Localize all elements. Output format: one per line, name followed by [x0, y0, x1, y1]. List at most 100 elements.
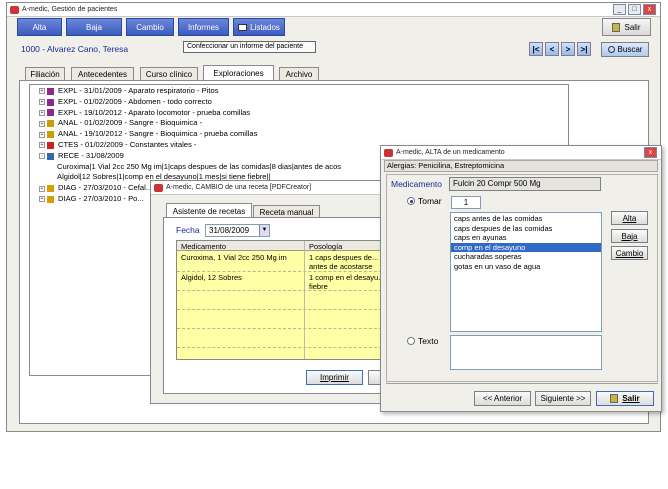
expand-toggle-icon[interactable]: +	[39, 131, 45, 138]
expand-toggle-icon[interactable]: -	[39, 153, 45, 160]
alergias-text: Alergias: Penicilina, Estreptomicina	[387, 161, 505, 170]
list-item-text: ANAL - 01/02/2009 - Sangre - Bioquimica …	[58, 118, 203, 128]
prev-record-button[interactable]: <	[545, 42, 559, 56]
texto-label: Texto	[418, 336, 439, 346]
list-item[interactable]: caps despues de las comidas	[451, 224, 601, 234]
list-item[interactable]: + EXPL - 31/01/2009 - Aparato respiratori…	[39, 86, 379, 97]
grid-col-divider	[304, 241, 305, 359]
salir-alta-label: Salir	[622, 394, 640, 403]
list-item-text: DIAG - 27/03/2010 - Po...	[58, 193, 144, 203]
alergias-bar: Alergias: Penicilina, Estreptomicina	[384, 160, 658, 172]
baja-opt-button[interactable]: Baja	[611, 229, 648, 243]
tomar-radio[interactable]	[407, 197, 415, 205]
record-type-icon	[47, 98, 54, 106]
salir-alta-button[interactable]: Salir	[596, 391, 654, 406]
anterior-button[interactable]: << Anterior	[474, 391, 531, 406]
exit-door-icon	[612, 22, 621, 32]
close-icon[interactable]: x	[643, 4, 656, 15]
texto-radio[interactable]	[407, 337, 415, 345]
first-record-button[interactable]: |<	[529, 42, 543, 56]
list-item[interactable]: caps en ayunas	[451, 233, 601, 243]
grid-row-line-3	[177, 309, 385, 310]
alta-button[interactable]: Alta	[17, 18, 62, 36]
expand-toggle-icon[interactable]: +	[39, 109, 45, 116]
expand-toggle-icon[interactable]: +	[39, 185, 45, 192]
imprimir-button[interactable]: Imprimir	[306, 370, 363, 385]
list-item-text: Curoxima|1 Vial 2cc 250 Mg im|1|caps des…	[57, 161, 342, 171]
chevron-down-icon[interactable]: ▼	[259, 225, 269, 236]
expand-toggle-icon[interactable]: +	[39, 142, 45, 149]
tab-curso-clinico[interactable]: Curso clínico	[140, 67, 198, 80]
list-item-text: DIAG - 27/03/2010 - Cefal...	[58, 183, 153, 193]
record-type-icon	[47, 87, 54, 95]
app-icon	[154, 183, 163, 192]
tab-asistente-recetas[interactable]: Asistente de recetas	[166, 203, 252, 218]
receta-titlebar: A-medic, CAMBIO de una receta [PDFCreato…	[151, 181, 394, 195]
grid-row-line-4	[177, 328, 385, 329]
close-icon[interactable]: x	[644, 147, 657, 158]
alta-title: A-medic, ALTA de un medicamento	[396, 149, 505, 156]
expand-toggle-icon[interactable]: +	[39, 88, 45, 95]
expand-toggle-icon[interactable]: +	[39, 196, 45, 203]
list-item[interactable]: Curoxima|1 Vial 2cc 250 Mg im|1|caps des…	[39, 162, 379, 173]
list-item[interactable]: + ANAL - 19/10/2012 - Sangre - Bioquimica…	[39, 129, 379, 140]
list-item[interactable]: + ANAL - 01/02/2009 - Sangre - Bioquimica…	[39, 118, 379, 129]
salir-main-button[interactable]: Salir	[602, 18, 651, 36]
tab-filiacion[interactable]: Filiación	[25, 67, 65, 80]
fecha-field[interactable]: 31/08/2009 ▼	[205, 224, 270, 237]
main-titlebar: A-medic, Gestión de pacientes _ □ x	[7, 3, 660, 17]
list-item-text: RECE - 31/08/2009	[58, 150, 124, 160]
expand-toggle-icon[interactable]: +	[39, 99, 45, 106]
cambio-opt-button[interactable]: Cambio	[611, 246, 648, 260]
exit-door-icon	[610, 394, 619, 403]
siguiente-button[interactable]: Siguiente >>	[535, 391, 591, 406]
alta-opt-button[interactable]: Alta	[611, 211, 648, 225]
baja-button[interactable]: Baja	[66, 18, 122, 36]
maximize-icon[interactable]: □	[628, 4, 641, 15]
list-item[interactable]: caps antes de las comidas	[451, 214, 601, 224]
table-row[interactable]: 1 comp en el desayu... fiebre	[307, 272, 385, 290]
list-item[interactable]: comp en el desayuno	[451, 242, 601, 252]
last-record-button[interactable]: >|	[577, 42, 591, 56]
expand-toggle-icon[interactable]: +	[39, 120, 45, 127]
fecha-value: 31/08/2009	[209, 226, 250, 235]
list-item[interactable]: cucharadas soperas	[451, 252, 601, 262]
table-row[interactable]: Algidol, 12 Sobres	[179, 272, 303, 290]
posologia-options: caps antes de las comidas caps despues de…	[451, 214, 601, 271]
medicamento-field[interactable]: Fulcin 20 Compr 500 Mg	[449, 177, 601, 191]
informe-tooltip: Confeccionar un informe del paciente	[183, 41, 316, 53]
tab-exploraciones[interactable]: Exploraciones	[203, 65, 274, 80]
posologia-listbox[interactable]: caps antes de las comidas caps despues de…	[450, 212, 602, 332]
receta-grid: Medicamento Posología Curoxima, 1 Vial 2…	[176, 240, 386, 360]
tab-antecedentes[interactable]: Antecedentes	[71, 67, 134, 80]
table-row[interactable]: Curoxima, 1 Vial 2cc 250 Mg im	[179, 252, 303, 271]
list-item[interactable]: + CTES - 01/02/2009 - Constantes vitales …	[39, 140, 379, 151]
minimize-icon[interactable]: _	[613, 4, 626, 15]
search-icon	[607, 46, 615, 53]
list-item-text: EXPL - 19/10/2012 - Aparato locomotor - …	[58, 107, 251, 117]
tomar-label: Tomar	[418, 196, 442, 206]
next-record-button[interactable]: >	[561, 42, 575, 56]
list-item[interactable]: gotas en un vaso de agua	[451, 262, 601, 272]
list-item[interactable]: - RECE - 31/08/2009	[39, 151, 379, 162]
receta-title: A-medic, CAMBIO de una receta [PDFCreato…	[166, 184, 312, 191]
listados-button[interactable]: Listados	[233, 18, 285, 36]
record-type-icon	[47, 109, 54, 117]
texto-textarea[interactable]	[450, 335, 602, 370]
buscar-button[interactable]: Buscar	[601, 42, 649, 57]
list-item[interactable]: + EXPL - 01/02/2009 - Abdomen - todo corr…	[39, 97, 379, 108]
table-row[interactable]: 1 caps despues de... antes de acostarse	[307, 252, 385, 271]
fecha-label: Fecha	[176, 225, 200, 235]
cambio-button[interactable]: Cambio	[126, 18, 174, 36]
informes-button[interactable]: Informes	[178, 18, 229, 36]
record-type-icon	[47, 120, 54, 128]
list-item-text: ANAL - 19/10/2012 - Sangre - Bioquimica …	[58, 129, 258, 139]
list-item[interactable]: + EXPL - 19/10/2012 - Aparato locomotor -…	[39, 108, 379, 119]
tomar-qty-field[interactable]: 1	[451, 196, 481, 209]
record-type-icon	[47, 131, 54, 139]
tab-archivo[interactable]: Archivo	[279, 67, 319, 80]
medicamento-label: Medicamento	[391, 179, 443, 189]
main-title: A-medic, Gestión de pacientes	[22, 6, 118, 13]
alta-titlebar: A-medic, ALTA de un medicamento x	[381, 146, 661, 160]
list-item-text: CTES - 01/02/2009 - Constantes vitales -	[58, 139, 197, 149]
